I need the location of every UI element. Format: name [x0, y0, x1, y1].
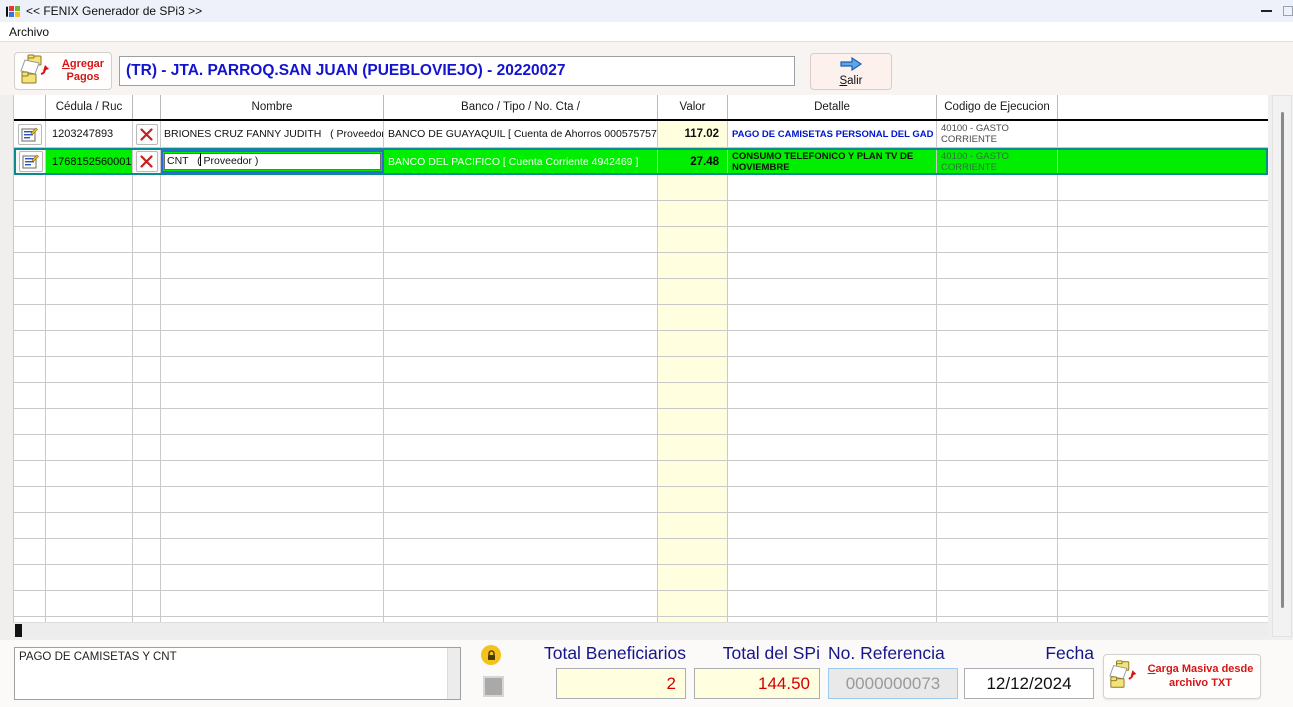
table-empty-row — [14, 357, 1268, 383]
table-empty-row — [14, 331, 1268, 357]
cell-nombre-editing: CNT ( Proveedor ) — [161, 150, 384, 173]
table-empty-row — [14, 201, 1268, 227]
descripcion-scrollbar[interactable] — [447, 648, 460, 699]
window-title: << FENIX Generador de SPi3 >> — [26, 4, 202, 18]
descripcion-text: PAGO DE CAMISETAS Y CNT — [19, 651, 444, 663]
cell-valor[interactable]: 27.48 — [658, 150, 728, 173]
cell-banco[interactable]: BANCO DE GUAYAQUIL [ Cuenta de Ahorros 0… — [384, 121, 658, 148]
footer-panel: PAGO DE CAMISETAS Y CNT Total Beneficiar… — [0, 640, 1293, 707]
vertical-scrollbar[interactable] — [1272, 95, 1292, 637]
header-detalle: Detalle — [728, 95, 937, 119]
fenix-spi3-window: << FENIX Generador de SPi3 >> Archivo — [0, 0, 1293, 707]
title-bar: << FENIX Generador de SPi3 >> — [0, 0, 1293, 22]
header-nombre: Nombre — [161, 95, 384, 119]
header-valor: Valor — [658, 95, 728, 119]
cell-extra — [1058, 121, 1268, 148]
folders-with-arrow-icon — [1108, 659, 1142, 694]
delete-row-button[interactable] — [136, 124, 158, 145]
form-pencil-icon — [22, 154, 39, 169]
table-empty-row — [14, 539, 1268, 565]
blue-right-arrow-icon — [839, 57, 863, 74]
fecha-label: Fecha — [950, 643, 1094, 664]
header-banco: Banco / Tipo / No. Cta / — [384, 95, 658, 119]
edit-row-button[interactable] — [19, 151, 43, 172]
total-spi-label: Total del SPi — [660, 643, 820, 664]
total-spi-value: 144.50 — [694, 668, 820, 699]
horizontal-scrollbar-thumb[interactable] — [15, 624, 22, 637]
horizontal-scrollbar[interactable] — [13, 622, 1268, 637]
header-codigo: Codigo de Ejecucion — [937, 95, 1058, 119]
table-empty-row — [14, 409, 1268, 435]
cell-codigo[interactable]: 40100 - GASTO CORRIENTE — [937, 121, 1058, 148]
delete-row-button[interactable] — [136, 151, 158, 172]
cell-detalle[interactable]: PAGO DE CAMISETAS PERSONAL DEL GAD — [728, 121, 937, 148]
cell-banco[interactable]: BANCO DEL PACIFICO [ Cuenta Corriente 49… — [384, 150, 658, 173]
header-extra-col — [1058, 95, 1268, 119]
carga-masiva-label: Carga Masiva desde archivo TXT — [1145, 663, 1256, 689]
red-x-icon — [140, 128, 153, 141]
cell-extra — [1058, 150, 1266, 173]
payments-table: Cédula / Ruc Nombre Banco / Tipo / No. C… — [13, 95, 1268, 622]
cell-cedula[interactable]: 1768152560001 — [46, 150, 133, 173]
menu-archivo[interactable]: Archivo — [0, 25, 58, 39]
salir-button[interactable]: Salir — [810, 53, 892, 90]
text-caret — [200, 153, 201, 166]
table-empty-row — [14, 227, 1268, 253]
app-icon — [5, 5, 20, 18]
table-empty-row — [14, 279, 1268, 305]
edit-row-button[interactable] — [18, 124, 42, 145]
table-empty-row — [14, 565, 1268, 591]
empty-rows-container — [14, 175, 1268, 622]
cell-cedula[interactable]: 1203247893 — [46, 121, 133, 148]
minimize-button[interactable] — [1249, 0, 1283, 22]
fecha-value[interactable]: 12/12/2024 — [964, 668, 1094, 699]
table-row: 1203247893 BRIONES CRUZ FANNY JUDITH ( P… — [14, 121, 1268, 148]
table-header-row: Cédula / Ruc Nombre Banco / Tipo / No. C… — [14, 95, 1268, 121]
toolbar: Agregar Pagos Salir — [0, 42, 1293, 95]
total-beneficiarios-value: 2 — [556, 668, 686, 699]
header-cedula: Cédula / Ruc — [46, 95, 133, 119]
table-empty-row — [14, 383, 1268, 409]
form-pencil-icon — [21, 127, 38, 142]
agregar-pagos-label: Agregar Pagos — [59, 58, 107, 83]
table-empty-row — [14, 253, 1268, 279]
cell-detalle[interactable]: CONSUMO TELEFONICO Y PLAN TV DE NOVIEMBR… — [728, 150, 937, 173]
table-empty-row — [14, 175, 1268, 201]
header-edit-col — [14, 95, 46, 119]
cell-codigo[interactable]: 40100 - GASTO CORRIENTE — [937, 150, 1058, 173]
table-empty-row — [14, 461, 1268, 487]
menu-bar: Archivo — [0, 22, 1293, 42]
no-referencia-value: 0000000073 — [828, 668, 958, 699]
table-empty-row — [14, 591, 1268, 617]
carga-masiva-button[interactable]: Carga Masiva desde archivo TXT — [1103, 654, 1261, 699]
table-empty-row — [14, 487, 1268, 513]
header-delete-col — [133, 95, 161, 119]
total-beneficiarios-label: Total Beneficiarios — [490, 643, 686, 664]
restore-button[interactable] — [1283, 0, 1293, 22]
cell-valor[interactable]: 117.02 — [658, 121, 728, 148]
salir-label: Salir — [839, 75, 862, 87]
table-empty-row — [14, 305, 1268, 331]
table-row-selected: 1768152560001 CNT ( Proveedor ) BANCO DE… — [14, 148, 1268, 175]
agregar-pagos-button[interactable]: Agregar Pagos — [14, 52, 112, 90]
status-square[interactable] — [483, 676, 504, 697]
nombre-edit-input[interactable]: CNT ( Proveedor ) — [164, 153, 381, 170]
spi-title-input[interactable] — [119, 56, 795, 86]
vertical-scrollbar-thumb[interactable] — [1281, 112, 1284, 608]
table-empty-row — [14, 435, 1268, 461]
red-x-icon — [140, 155, 153, 168]
cell-nombre[interactable]: BRIONES CRUZ FANNY JUDITH ( Proveedor ) — [161, 121, 384, 148]
descripcion-textarea[interactable]: PAGO DE CAMISETAS Y CNT — [14, 647, 461, 700]
table-empty-row — [14, 513, 1268, 539]
folders-with-arrow-icon — [19, 54, 55, 89]
